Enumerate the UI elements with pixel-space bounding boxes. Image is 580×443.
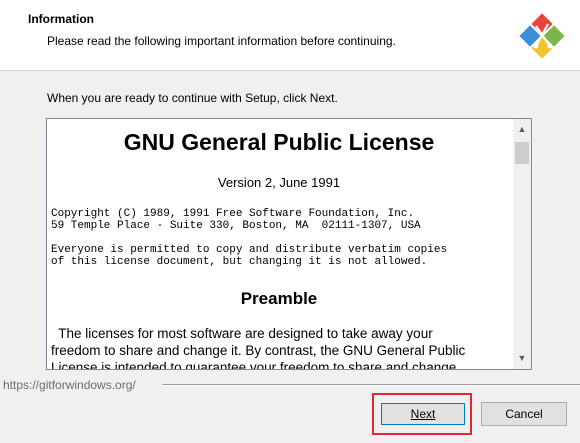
scroll-down-arrow-icon[interactable]: ▼ — [513, 350, 531, 367]
wizard-header: Information Please read the following im… — [0, 0, 580, 71]
preamble-line: The licenses for most software are desig… — [51, 326, 433, 341]
preamble-line: License is intended to guarantee your fr… — [51, 360, 457, 369]
page-title: Information — [28, 12, 94, 26]
next-button-label: Next — [410, 407, 436, 421]
scroll-up-arrow-icon[interactable]: ▲ — [513, 121, 531, 138]
website-url: https://gitforwindows.org/ — [3, 378, 136, 392]
license-version: Version 2, June 1991 — [217, 175, 341, 190]
preamble-line: freedom to share and change it. By contr… — [51, 343, 466, 358]
git-logo-icon — [519, 13, 565, 59]
license-title: GNU General Public License — [123, 129, 435, 155]
preamble-heading: Preamble — [240, 289, 318, 308]
instruction-text: When you are ready to continue with Setu… — [47, 91, 338, 105]
footer-divider-highlight — [162, 385, 580, 386]
cancel-button[interactable]: Cancel — [481, 402, 567, 426]
license-permission-line: of this license document, but changing i… — [51, 256, 428, 268]
license-content: GNU General Public License Version 2, Ju… — [47, 119, 511, 369]
vertical-scrollbar[interactable]: ▲ ▼ — [513, 119, 531, 369]
license-textbox[interactable]: GNU General Public License Version 2, Ju… — [46, 118, 532, 370]
next-button[interactable]: Next — [381, 403, 465, 425]
page-subtitle: Please read the following important info… — [47, 34, 396, 48]
license-copyright-line: 59 Temple Place - Suite 330, Boston, MA … — [51, 220, 421, 232]
scrollbar-thumb[interactable] — [515, 142, 529, 164]
preamble-paragraph: The licenses for most software are desig… — [51, 325, 511, 369]
license-copyright-line: Copyright (C) 1989, 1991 Free Software F… — [51, 208, 415, 220]
license-permission-line: Everyone is permitted to copy and distri… — [51, 244, 448, 256]
